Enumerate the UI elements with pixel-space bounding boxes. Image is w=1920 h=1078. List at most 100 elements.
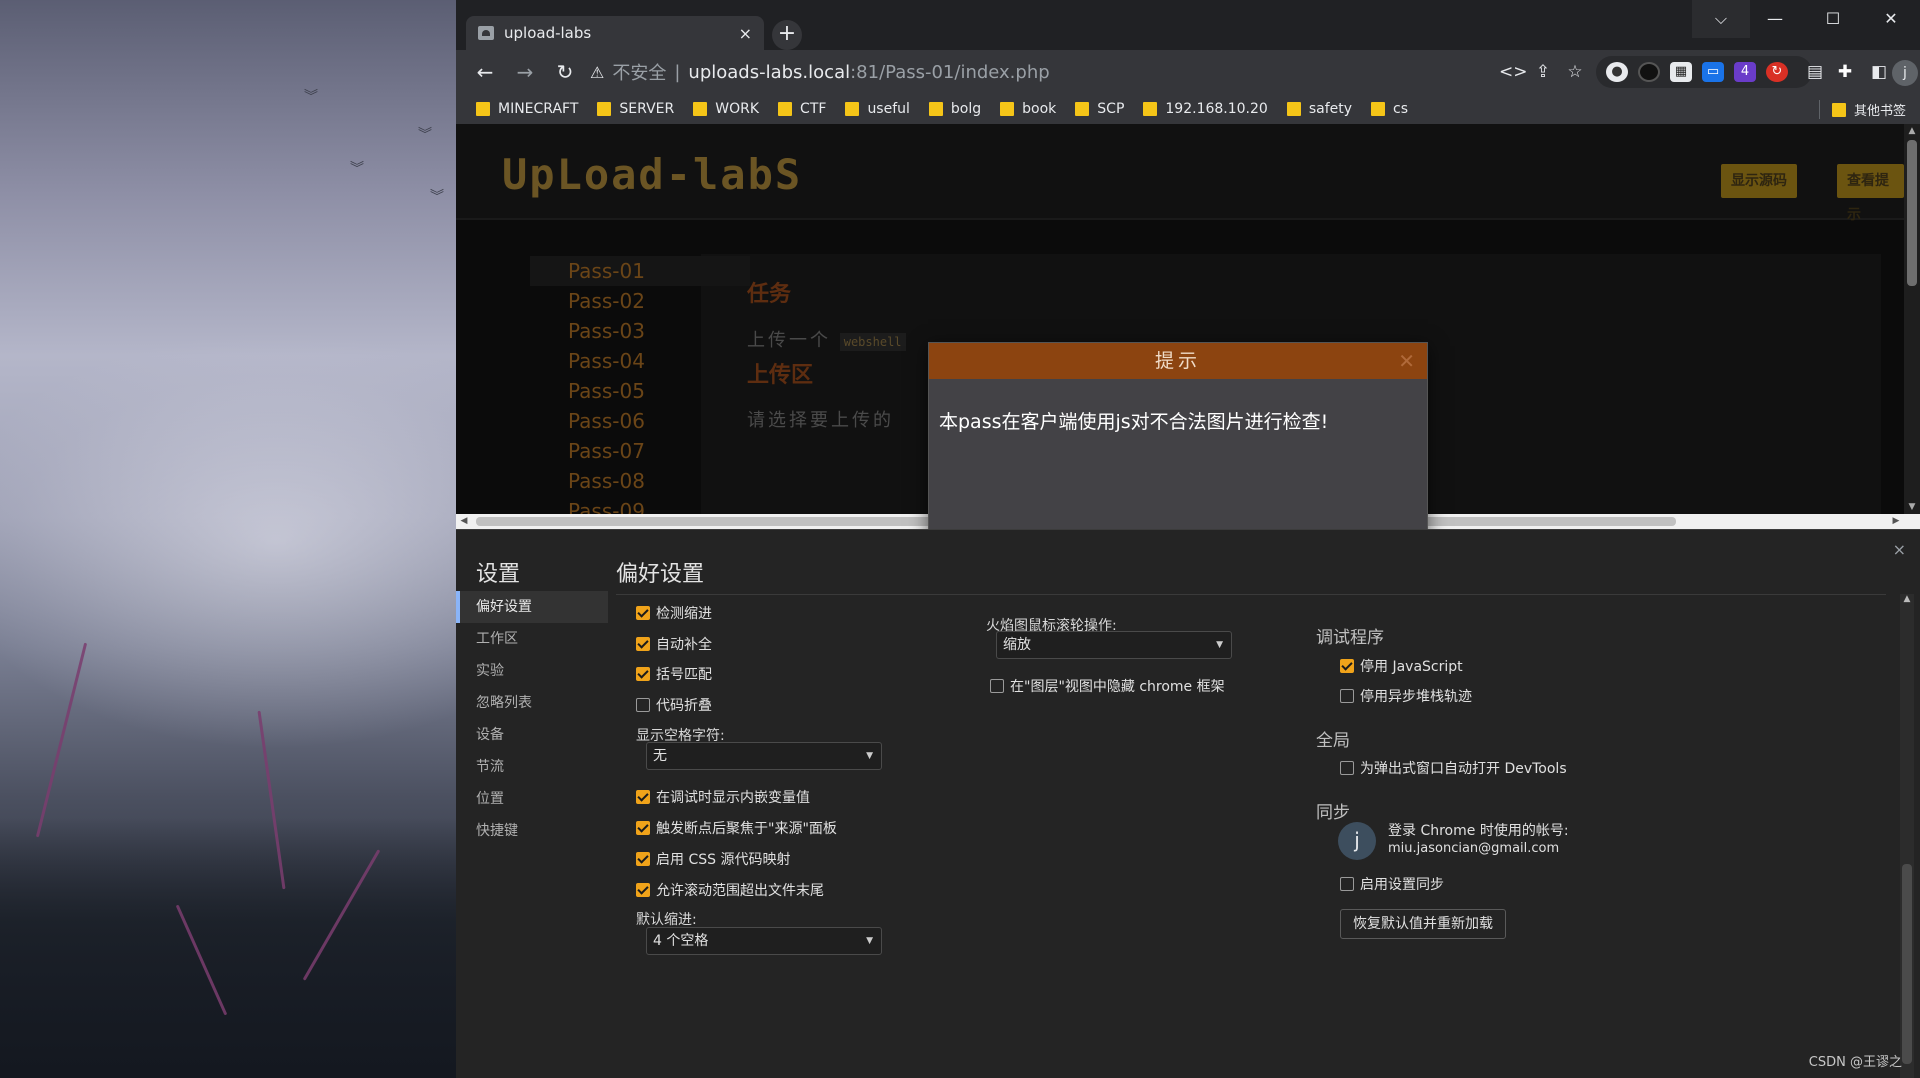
settings-nav-item[interactable]: 位置 <box>456 783 608 815</box>
whitespace-select[interactable]: 无 ▼ <box>646 742 882 770</box>
scroll-right-arrow-icon[interactable]: ▶ <box>1888 514 1904 529</box>
pass-link[interactable]: Pass-05 <box>530 376 750 406</box>
show-source-button[interactable]: 显示源码 <box>1721 164 1797 198</box>
checkbox[interactable] <box>636 667 650 681</box>
tab-search-button[interactable]: ⌵ <box>1692 0 1750 38</box>
warning-icon[interactable]: ⚠ <box>590 63 604 82</box>
bookmark-item[interactable]: SCP <box>1075 101 1124 117</box>
view-hint-button[interactable]: 查看提示 <box>1837 164 1904 223</box>
scroll-up-arrow-icon[interactable]: ▲ <box>1904 124 1920 138</box>
check-autocomplete[interactable]: 自动补全 <box>636 634 712 654</box>
modal-close-icon[interactable]: ✕ <box>1398 343 1415 379</box>
bookmark-item[interactable]: WORK <box>693 101 759 117</box>
share-icon[interactable]: ⇪ <box>1530 58 1556 86</box>
task-code: webshell <box>839 333 906 351</box>
scroll-left-arrow-icon[interactable]: ◀ <box>456 514 472 529</box>
extension-tv-icon[interactable]: ▭ <box>1702 62 1724 82</box>
settings-nav-item[interactable]: 偏好设置 <box>456 591 608 623</box>
bookmark-item[interactable]: bolg <box>928 101 982 117</box>
close-window-button[interactable]: ✕ <box>1862 0 1920 38</box>
side-panel-icon[interactable]: ◧ <box>1866 58 1892 86</box>
checkbox-label: 在调试时显示内嵌变量值 <box>656 790 810 806</box>
checkbox[interactable] <box>1340 659 1354 673</box>
checkbox[interactable] <box>636 637 650 651</box>
pass-link[interactable]: Pass-02 <box>530 286 750 316</box>
page-vertical-scrollbar[interactable]: ▲ ▼ <box>1904 124 1920 514</box>
bookmark-label: bolg <box>950 101 982 117</box>
check-css-sourcemaps[interactable]: 启用 CSS 源代码映射 <box>636 849 790 869</box>
reload-button[interactable]: ↻ <box>550 58 580 86</box>
checkbox[interactable] <box>636 883 650 897</box>
bookmark-star-icon[interactable]: ☆ <box>1562 58 1588 86</box>
check-bracket-match[interactable]: 括号匹配 <box>636 664 712 684</box>
extension-badge-icon[interactable]: 4 <box>1734 62 1756 82</box>
forward-button[interactable]: → <box>510 58 540 86</box>
check-scroll-past-end[interactable]: 允许滚动范围超出文件末尾 <box>636 880 824 900</box>
check-code-folding[interactable]: 代码折叠 <box>636 695 712 715</box>
code-icon[interactable]: <> <box>1499 58 1528 86</box>
pass-link[interactable]: Pass-07 <box>530 436 750 466</box>
extensions-puzzle-icon[interactable]: ✚ <box>1832 58 1858 86</box>
pass-link[interactable]: Pass-06 <box>530 406 750 436</box>
bookmark-item[interactable]: useful <box>845 101 910 117</box>
bookmark-item[interactable]: 192.168.10.20 <box>1143 101 1268 117</box>
bookmark-item[interactable]: book <box>1000 101 1056 117</box>
pass-link[interactable]: Pass-01 <box>530 256 750 286</box>
check-disable-async[interactable]: 停用异步堆栈轨迹 <box>1340 686 1472 706</box>
profile-avatar[interactable]: j <box>1892 60 1918 86</box>
tab-list-icon[interactable]: ▤ <box>1802 58 1828 86</box>
check-enable-sync[interactable]: 启用设置同步 <box>1340 874 1444 894</box>
devtools-scrollbar[interactable]: ▲ <box>1900 594 1914 1078</box>
check-focus-sources[interactable]: 触发断点后聚焦于"来源"面板 <box>636 818 837 838</box>
pass-link[interactable]: Pass-08 <box>530 466 750 496</box>
settings-nav-item[interactable]: 实验 <box>456 655 608 687</box>
scroll-up-arrow-icon[interactable]: ▲ <box>1900 594 1914 604</box>
settings-nav-item[interactable]: 工作区 <box>456 623 608 655</box>
browser-tab[interactable]: upload-labs × <box>466 16 764 50</box>
check-inline-values[interactable]: 在调试时显示内嵌变量值 <box>636 787 810 807</box>
checkbox[interactable] <box>990 679 1004 693</box>
checkbox[interactable] <box>1340 761 1354 775</box>
checkbox[interactable] <box>636 698 650 712</box>
other-bookmarks[interactable]: 其他书签 <box>1818 100 1906 119</box>
scroll-down-arrow-icon[interactable]: ▼ <box>1904 500 1920 514</box>
check-disable-js[interactable]: 停用 JavaScript <box>1340 656 1463 676</box>
pass-link[interactable]: Pass-03 <box>530 316 750 346</box>
tab-close-icon[interactable]: × <box>739 24 752 43</box>
extension-cloud-icon[interactable]: ● <box>1606 62 1628 82</box>
checkbox[interactable] <box>636 790 650 804</box>
devtools-close-icon[interactable]: × <box>1893 540 1906 559</box>
hint-modal: 提示 ✕ 本pass在客户端使用js对不合法图片进行检查! <box>928 342 1428 529</box>
devtools-scroll-thumb[interactable] <box>1902 864 1912 1064</box>
modal-title: 提示 <box>1154 350 1201 372</box>
minimize-button[interactable]: — <box>1746 0 1804 38</box>
check-auto-open-devtools[interactable]: 为弹出式窗口自动打开 DevTools <box>1340 758 1567 778</box>
flame-wheel-select[interactable]: 缩放 ▼ <box>996 631 1232 659</box>
settings-nav-item[interactable]: 忽略列表 <box>456 687 608 719</box>
bookmark-item[interactable]: SERVER <box>597 101 674 117</box>
checkbox[interactable] <box>636 821 650 835</box>
scroll-thumb[interactable] <box>1907 140 1917 286</box>
checkbox[interactable] <box>1340 877 1354 891</box>
extension-circle-icon[interactable] <box>1638 62 1660 82</box>
extension-red-icon[interactable]: ↻ <box>1766 62 1788 82</box>
settings-nav-item[interactable]: 设备 <box>456 719 608 751</box>
pass-link[interactable]: Pass-04 <box>530 346 750 376</box>
check-detect-indent[interactable]: 检测缩进 <box>636 603 712 623</box>
checkbox[interactable] <box>636 852 650 866</box>
back-button[interactable]: ← <box>470 58 500 86</box>
reset-defaults-button[interactable]: 恢复默认值并重新加载 <box>1340 909 1506 939</box>
extension-qr-icon[interactable]: ▦ <box>1670 62 1692 82</box>
settings-nav-item[interactable]: 节流 <box>456 751 608 783</box>
bookmark-item[interactable]: cs <box>1371 101 1408 117</box>
bookmark-item[interactable]: safety <box>1286 101 1352 117</box>
maximize-button[interactable]: ☐ <box>1804 0 1862 38</box>
new-tab-button[interactable]: + <box>772 20 802 50</box>
bookmark-item[interactable]: MINECRAFT <box>476 101 578 117</box>
check-hide-chrome-frame[interactable]: 在"图层"视图中隐藏 chrome 框架 <box>990 676 1225 696</box>
bookmark-item[interactable]: CTF <box>778 101 826 117</box>
settings-nav-item[interactable]: 快捷键 <box>456 815 608 847</box>
indent-select[interactable]: 4 个空格 ▼ <box>646 927 882 955</box>
checkbox[interactable] <box>1340 689 1354 703</box>
checkbox[interactable] <box>636 606 650 620</box>
